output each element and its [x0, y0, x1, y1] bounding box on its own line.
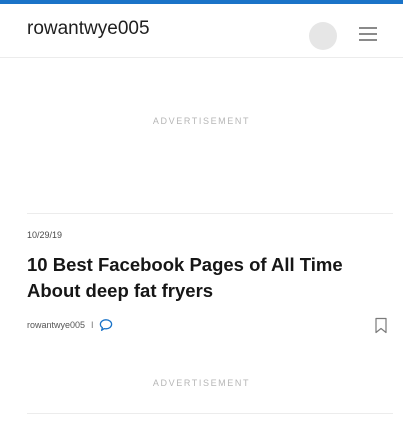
advertisement-label: ADVERTISEMENT: [152, 378, 251, 388]
divider: [27, 213, 393, 214]
bookmark-icon[interactable]: [374, 317, 388, 334]
comment-bubble-icon[interactable]: [99, 318, 113, 332]
post-meta: rowantwye005 I: [27, 318, 113, 332]
meta-separator: I: [91, 320, 94, 330]
site-header: rowantwye005: [0, 4, 403, 58]
advertisement-label: ADVERTISEMENT: [152, 116, 251, 126]
post-title[interactable]: 10 Best Facebook Pages of All Time About…: [27, 252, 372, 304]
avatar[interactable]: [309, 22, 337, 50]
divider: [27, 413, 393, 414]
post-author[interactable]: rowantwye005: [27, 320, 85, 330]
hamburger-menu-icon[interactable]: [359, 25, 377, 43]
site-name[interactable]: rowantwye005: [27, 18, 150, 40]
post-date: 10/29/19: [27, 230, 63, 240]
